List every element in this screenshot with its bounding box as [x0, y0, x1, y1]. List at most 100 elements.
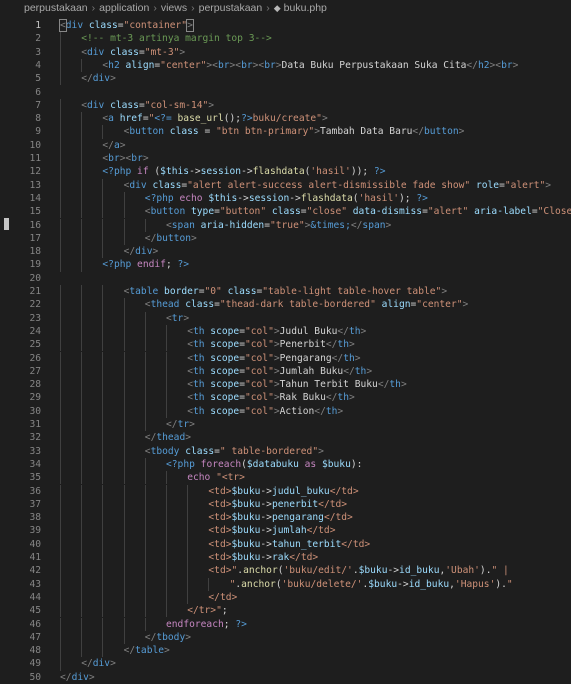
code-token: scope: [204, 325, 240, 337]
indent-guide: [144, 471, 146, 485]
code-line[interactable]: 23 <tr>: [0, 311, 571, 325]
code-token: "center": [160, 59, 207, 71]
code-line[interactable]: 21 <table border="0" class="table-light t…: [0, 285, 571, 299]
indent-guide: [102, 364, 104, 379]
indent-guide: [102, 537, 104, 551]
indent-guide: [166, 590, 167, 605]
code-token: tr: [177, 419, 190, 430]
code-line[interactable]: 46 endforeach; ?>: [0, 617, 571, 631]
code-editor[interactable]: 1 <div class="container"> 2 <!-- mt-3 artin…: [0, 17, 571, 683]
code-line[interactable]: 17 </button>: [0, 231, 571, 246]
code-line[interactable]: 20: [0, 272, 571, 285]
code-line[interactable]: 39 <td>$buku->jumlah</td>: [0, 524, 571, 538]
code-token: br: [108, 153, 120, 164]
code-token: scope: [204, 392, 240, 404]
code-line[interactable]: 26 <th scope="col">Pengarang</th>: [0, 351, 571, 365]
code-line[interactable]: 42 <td>".anchor('buku/edit/'.$buku->id_bu…: [0, 564, 571, 578]
code-line[interactable]: 7 <div class="col-sm-14">: [0, 98, 571, 113]
code-line[interactable]: 37 <td>$buku->penerbit</td>: [0, 497, 571, 512]
indent-guide: [166, 404, 167, 418]
code-token: tbody: [150, 445, 180, 457]
code-token: >: [512, 59, 519, 71]
breadcrumb-item[interactable]: perpustakaan: [199, 2, 263, 14]
code-text: <?php echo $this->session->flashdata('ha…: [145, 192, 428, 205]
code-line[interactable]: 4 <h2 align="center"><br><br><br>Data Buk…: [0, 58, 571, 73]
code-token: </: [166, 419, 178, 430]
indent-guide: [144, 364, 146, 379]
code-line[interactable]: 12 <?php if ($this->session->flashdata('h…: [0, 165, 571, 179]
code-line[interactable]: 18 </div>: [0, 245, 571, 259]
code-line[interactable]: 40 <td>$buku->tahun_terbit</td>: [0, 537, 571, 551]
code-token: &times;: [310, 219, 351, 231]
code-line[interactable]: 38 <td>$buku->pengarang</td>: [0, 511, 571, 525]
code-line[interactable]: 34 <?php foreach($databuku as $buku):: [0, 457, 571, 472]
code-text: <br><br>: [102, 152, 148, 165]
indent-guide: [81, 364, 83, 379]
code-line[interactable]: 16 <span aria-hidden="true">&times;</span…: [0, 218, 571, 232]
code-line[interactable]: 15 <button type="button" class="close" da…: [0, 205, 571, 219]
code-line[interactable]: 9 <button class = "btn btn-primary">Tamba…: [0, 125, 571, 139]
code-line[interactable]: 27 <th scope="col">Jumlah Buku</th>: [0, 364, 571, 379]
code-line[interactable]: 6: [0, 86, 571, 99]
code-line[interactable]: 11 <br><br>: [0, 152, 571, 166]
code-token: Penerbit: [279, 339, 326, 351]
code-line[interactable]: 33 <tbody class=" table-bordered">: [0, 444, 571, 458]
code-line[interactable]: 35 echo "<tr>: [0, 471, 571, 485]
code-line[interactable]: 1 <div class="container">: [0, 19, 571, 32]
code-line[interactable]: 28 <th scope="col">Tahun Terbit Buku</th>: [0, 378, 571, 392]
indent-guide: [144, 218, 146, 232]
indent-guide: [81, 298, 83, 312]
code-line[interactable]: 41 <td>$buku->rak</td>: [0, 551, 571, 565]
code-line[interactable]: 8 <a href="<?= base_url();?>buku/create">: [0, 112, 571, 126]
code-line[interactable]: 10 </a>: [0, 138, 571, 152]
code-line[interactable]: 2 <!-- mt-3 artinya margin top 3-->: [0, 32, 571, 46]
code-token: th: [192, 352, 205, 364]
indent-guide: [123, 404, 125, 418]
code-token: th: [192, 392, 205, 404]
code-line[interactable]: 49 </div>: [0, 657, 571, 671]
breadcrumb-item[interactable]: buku.php: [284, 2, 327, 14]
code-token: session: [200, 166, 242, 178]
code-token: ->: [289, 192, 301, 204]
code-line[interactable]: 32 </thead>: [0, 431, 571, 445]
code-line[interactable]: 44 </td>: [0, 590, 571, 605]
indent-guide: [187, 537, 189, 551]
code-token: >: [321, 113, 328, 125]
code-token: $databuku: [246, 458, 299, 470]
code-line[interactable]: 22 <thead class="thead-dark table-bordere…: [0, 298, 571, 312]
breadcrumb-item[interactable]: perpustakaan: [24, 2, 88, 14]
code-line[interactable]: 25 <th scope="col">Penerbit</th>: [0, 338, 571, 352]
indent-guide: [60, 338, 61, 352]
code-line[interactable]: 5 </div>: [0, 72, 571, 86]
indent-guide: [123, 391, 125, 405]
indent-guide: [166, 524, 167, 538]
code-token: ->: [189, 166, 201, 178]
code-line[interactable]: 30 <th scope="col">Action</th>: [0, 404, 571, 418]
code-token: </td>: [323, 512, 353, 524]
code-line[interactable]: 14 <?php echo $this->session->flashdata('…: [0, 191, 571, 206]
code-line[interactable]: 50 </div>: [0, 671, 571, 684]
code-line[interactable]: 36 <td>$buku->judul_buku</td>: [0, 484, 571, 498]
code-token: "btn btn-primary": [216, 126, 315, 138]
code-token: "col": [244, 405, 274, 417]
indent-guide: [187, 590, 189, 605]
code-token: "true": [269, 219, 305, 231]
code-line[interactable]: 45 </tr>";: [0, 604, 571, 618]
code-line[interactable]: 13 <div class="alert alert-success alert-…: [0, 178, 571, 192]
indent-guide: [123, 577, 125, 591]
code-line[interactable]: 47 </tbody>: [0, 630, 571, 645]
indent-guide: [144, 604, 146, 618]
code-line[interactable]: 19 <?php endif; ?>: [0, 258, 571, 272]
code-line[interactable]: 24 <th scope="col">Judul Buku</th>: [0, 324, 571, 339]
gutter-marker: [4, 218, 9, 230]
indent-guide: [123, 484, 125, 498]
code-line[interactable]: 48 </table>: [0, 644, 571, 658]
code-text: </tr>";: [187, 604, 227, 617]
code-line[interactable]: 29 <th scope="col">Rak Buku</th>: [0, 391, 571, 405]
code-token: "col-sm-14": [144, 99, 209, 111]
code-line[interactable]: 43 ".anchor('buku/delete/'.$buku->id_buku…: [0, 577, 571, 591]
code-line[interactable]: 31 </tr>: [0, 418, 571, 432]
breadcrumb-item[interactable]: application: [99, 2, 149, 14]
breadcrumb-item[interactable]: views: [161, 2, 187, 14]
code-line[interactable]: 3 <div class="mt-3">: [0, 45, 571, 59]
